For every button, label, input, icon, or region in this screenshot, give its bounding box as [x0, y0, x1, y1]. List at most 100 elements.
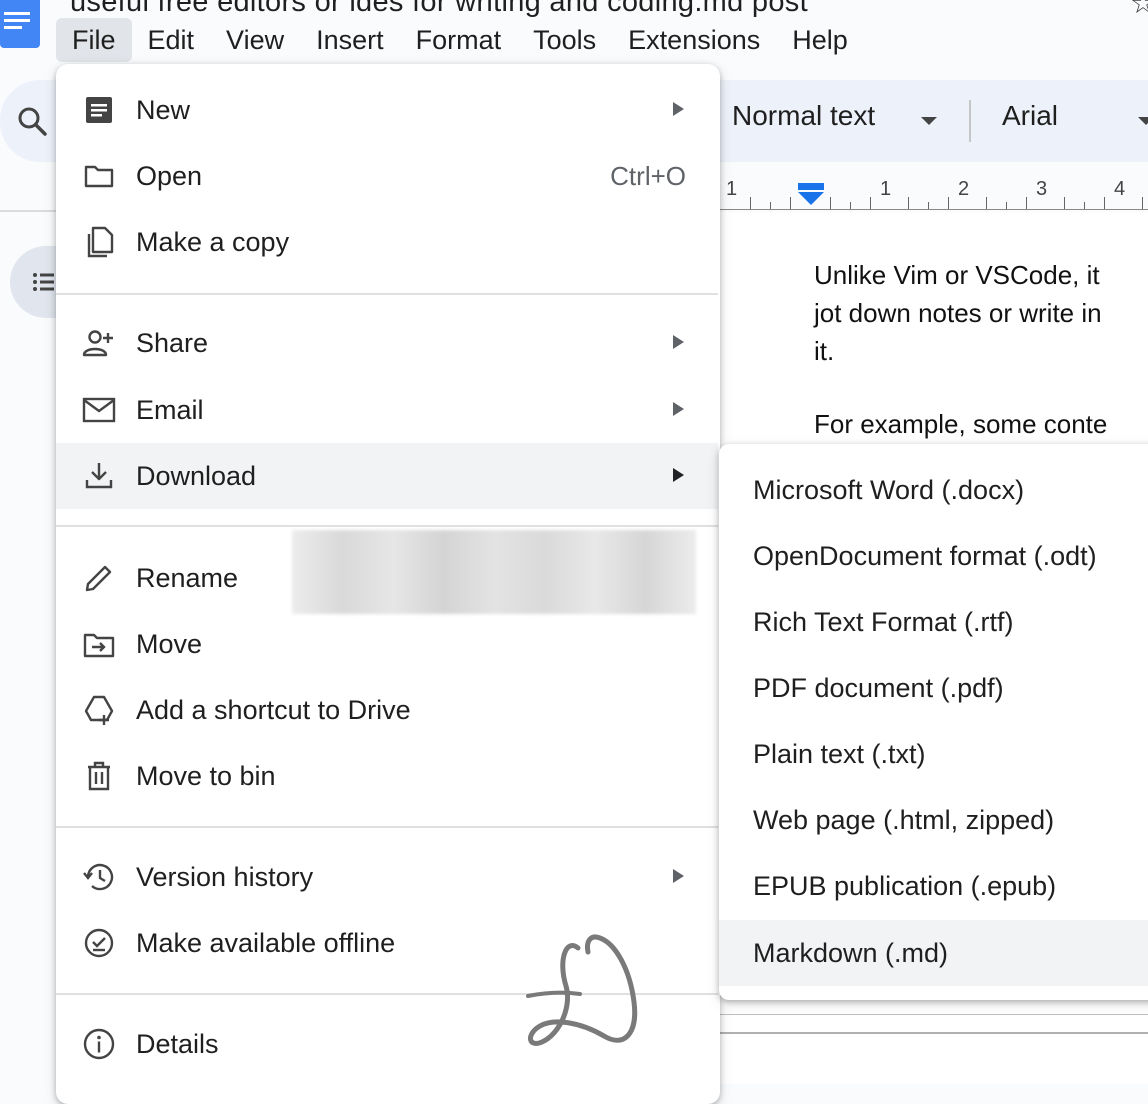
download-txt[interactable]: Plain text (.txt): [719, 721, 1148, 787]
ruler-tick: [790, 197, 791, 209]
mail-icon: [82, 393, 116, 427]
submenu-item-label: Microsoft Word (.docx): [753, 475, 1025, 505]
document-text-line[interactable]: For example, some conte: [814, 405, 1107, 443]
folder-icon: [82, 159, 116, 193]
submenu-item-label: OpenDocument format (.odt): [753, 541, 1097, 571]
ruler-number: 3: [1036, 178, 1048, 200]
menu-insert[interactable]: Insert: [300, 18, 400, 62]
menu-item-label: Email: [136, 395, 204, 425]
submenu-arrow-icon: [673, 102, 684, 116]
download-epub[interactable]: EPUB publication (.epub): [719, 853, 1148, 919]
menu-item-label: New: [136, 95, 191, 125]
menu-item-make-copy[interactable]: Make a copy: [56, 209, 718, 275]
menu-item-label: Version history: [136, 862, 314, 892]
ruler-baseline: [720, 209, 1148, 210]
toolbar-divider: [969, 100, 971, 142]
page-separator: [720, 1014, 1148, 1015]
indent-marker-icon[interactable]: [798, 183, 824, 207]
ruler-tick: [908, 197, 909, 209]
download-pdf[interactable]: PDF document (.pdf): [719, 655, 1148, 721]
ruler-tick: [850, 202, 851, 209]
menu-item-label: Download: [136, 461, 257, 491]
ruler-tick: [1064, 197, 1065, 209]
ruler-number: 1: [880, 178, 892, 200]
submenu-item-label: Web page (.html, zipped): [753, 805, 1055, 835]
font-select[interactable]: Arial: [1002, 100, 1058, 132]
menu-item-version-history[interactable]: Version history: [56, 844, 718, 910]
ruler-tick: [1084, 202, 1085, 209]
document-text-line[interactable]: it.: [814, 332, 834, 370]
ruler[interactable]: 1 1 2 3 4: [720, 172, 1148, 212]
pencil-icon: [82, 561, 116, 595]
menu-item-label: Details: [136, 1029, 219, 1059]
menu-item-add-shortcut[interactable]: Add a shortcut to Drive: [56, 677, 718, 743]
ruler-tick: [1026, 197, 1027, 209]
ruler-tick: [770, 202, 771, 209]
menu-item-label: Open: [136, 161, 203, 191]
menu-item-label: Rename: [136, 563, 239, 593]
submenu-arrow-icon: [673, 402, 684, 416]
submenu-item-label: EPUB publication (.epub): [753, 871, 1057, 901]
menu-view[interactable]: View: [210, 18, 300, 62]
person-add-icon: [82, 326, 116, 360]
download-docx[interactable]: Microsoft Word (.docx): [719, 457, 1148, 523]
redacted-area: [292, 530, 696, 614]
menu-edit[interactable]: Edit: [132, 18, 211, 62]
download-html[interactable]: Web page (.html, zipped): [719, 787, 1148, 853]
signature-watermark: [520, 930, 650, 1054]
ruler-tick: [830, 197, 831, 209]
download-markdown[interactable]: Markdown (.md): [719, 920, 1148, 986]
menu-item-email[interactable]: Email: [56, 377, 718, 443]
offline-check-icon: [82, 926, 116, 960]
menu-item-move[interactable]: Move: [56, 611, 718, 677]
page-separator: [720, 1032, 1148, 1034]
menubar: File Edit View Insert Format Tools Exten…: [56, 18, 864, 62]
menu-item-move-to-bin[interactable]: Move to bin: [56, 743, 718, 809]
keyboard-shortcut: Ctrl+O: [610, 161, 686, 191]
copy-icon: [82, 225, 116, 259]
document-icon: [82, 93, 116, 127]
chevron-down-icon[interactable]: [1138, 117, 1148, 125]
menu-item-label: Move to bin: [136, 761, 276, 791]
submenu-item-label: PDF document (.pdf): [753, 673, 1004, 703]
submenu-arrow-icon: [673, 869, 684, 883]
document-outline-button[interactable]: [10, 246, 56, 318]
submenu-item-label: Plain text (.txt): [753, 739, 926, 769]
ruler-tick: [1104, 197, 1105, 209]
menu-file[interactable]: File: [56, 18, 132, 62]
ruler-tick: [948, 197, 949, 209]
history-icon: [82, 860, 116, 894]
menu-item-share[interactable]: Share: [56, 310, 718, 376]
document-text-line[interactable]: jot down notes or write in: [814, 294, 1102, 332]
star-icon[interactable]: ☆: [1130, 0, 1148, 21]
menu-item-download[interactable]: Download: [56, 443, 718, 509]
docs-logo-icon[interactable]: [0, 0, 40, 48]
submenu-item-label: Markdown (.md): [753, 938, 949, 968]
download-icon: [82, 459, 116, 493]
menu-item-label: Share: [136, 328, 209, 358]
info-icon: [82, 1027, 116, 1061]
download-odt[interactable]: OpenDocument format (.odt): [719, 523, 1148, 589]
document-title[interactable]: useful free editors or ides for writing …: [70, 0, 808, 19]
search-menus-button[interactable]: [0, 88, 62, 154]
menu-item-label: Move: [136, 629, 203, 659]
ruler-tick: [750, 197, 751, 209]
menu-help[interactable]: Help: [776, 18, 864, 62]
menu-format[interactable]: Format: [400, 18, 518, 62]
ruler-tick: [986, 197, 987, 209]
submenu-item-label: Rich Text Format (.rtf): [753, 607, 1014, 637]
document-text-line[interactable]: Unlike Vim or VSCode, it: [814, 256, 1100, 294]
menu-tools[interactable]: Tools: [517, 18, 612, 62]
menu-item-label: Make a copy: [136, 227, 290, 257]
submenu-arrow-icon: [673, 335, 684, 349]
menu-divider: [56, 525, 718, 527]
menu-item-new[interactable]: New: [56, 77, 718, 143]
menu-extensions[interactable]: Extensions: [612, 18, 776, 62]
menu-item-open[interactable]: Open Ctrl+O: [56, 143, 718, 209]
trash-icon: [82, 759, 116, 793]
download-rtf[interactable]: Rich Text Format (.rtf): [719, 589, 1148, 655]
menu-item-label: Add a shortcut to Drive: [136, 695, 411, 725]
chevron-down-icon[interactable]: [921, 117, 937, 125]
move-folder-icon: [82, 627, 116, 661]
paragraph-style-select[interactable]: Normal text: [732, 100, 875, 132]
